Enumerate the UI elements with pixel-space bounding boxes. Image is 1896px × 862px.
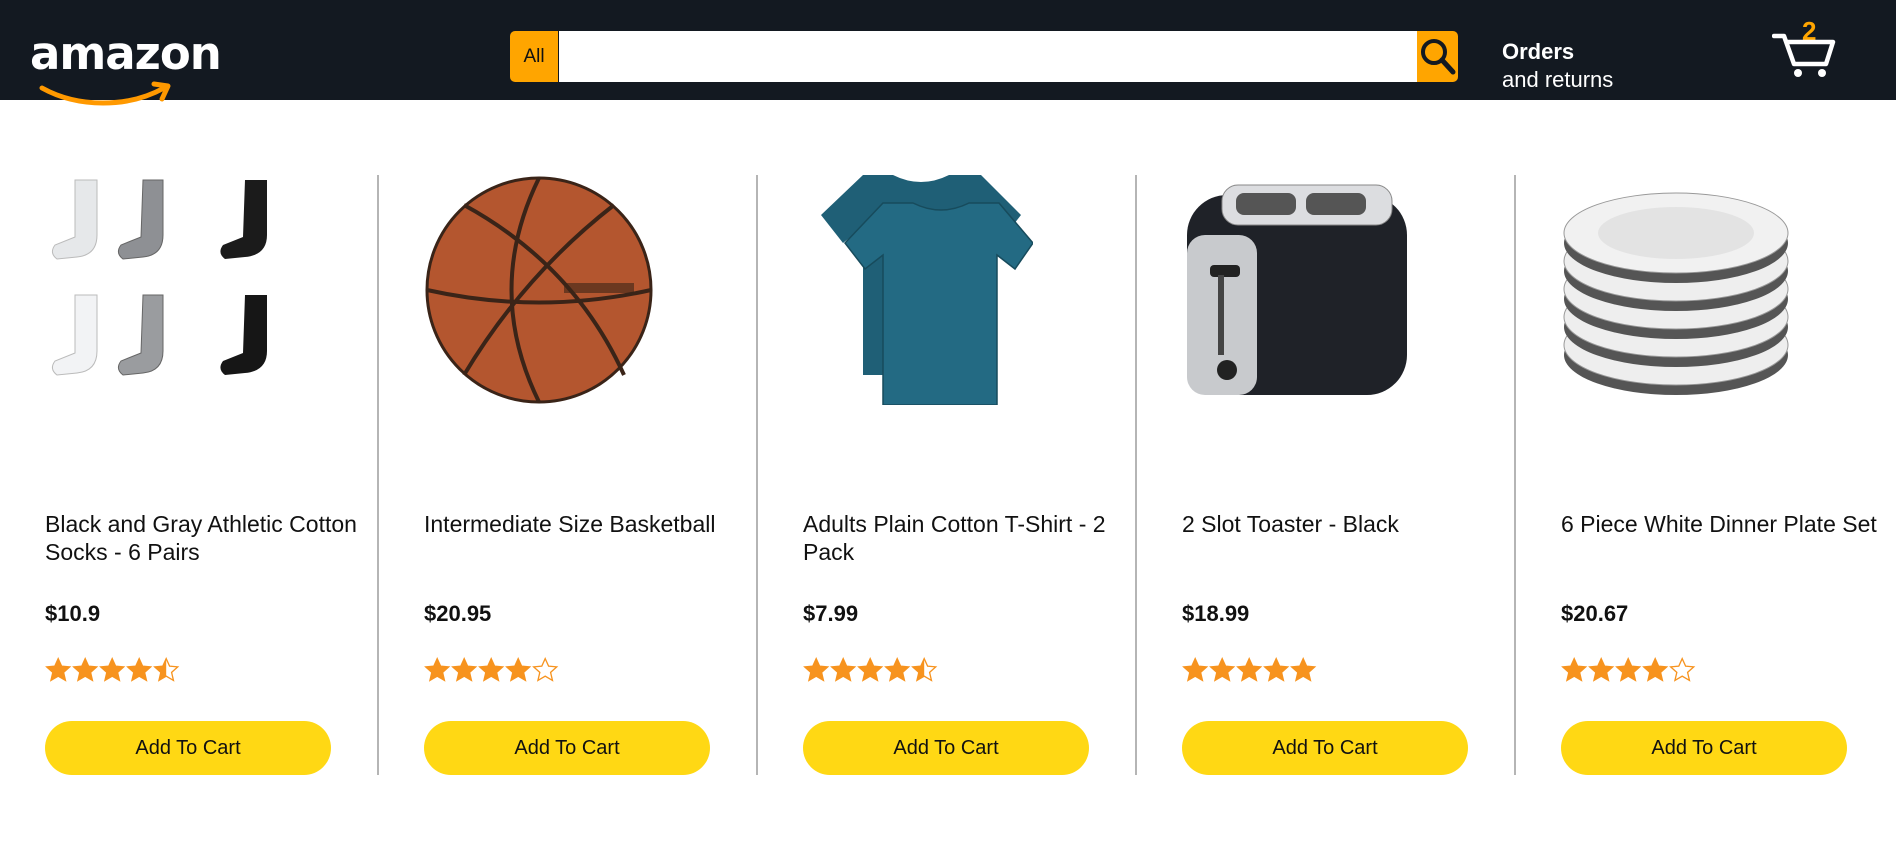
- star-rating: [424, 656, 564, 689]
- cart-icon: [1772, 33, 1836, 77]
- tshirt-image: [821, 175, 1034, 406]
- product-image-basketball[interactable]: [424, 175, 654, 405]
- star-full-icon: [803, 657, 830, 682]
- product-card: 2 Slot Toaster - Black $18.99 Add To Car…: [1137, 175, 1516, 775]
- star-rating: [803, 656, 943, 689]
- search-button[interactable]: [1417, 31, 1458, 82]
- product-card: Intermediate Size Basketball $20.95 Add …: [379, 175, 758, 775]
- stars-graphic: [45, 657, 180, 682]
- product-price: $10.9: [45, 601, 101, 626]
- orders-subtitle: and returns: [1502, 67, 1614, 92]
- product-price: $20.67: [1561, 601, 1629, 626]
- search-bar: All: [510, 31, 1458, 82]
- star-full-icon: [126, 657, 153, 682]
- add-to-cart-button[interactable]: Add To Cart: [1561, 721, 1847, 775]
- product-card: Black and Gray Athletic Cotton Socks - 6…: [0, 175, 379, 775]
- cart-button[interactable]: 2: [1772, 16, 1842, 80]
- star-full-icon: [99, 657, 126, 682]
- amazon-logo[interactable]: amazon: [30, 28, 222, 106]
- star-rating: [1561, 656, 1701, 689]
- star-rating: [1182, 656, 1322, 689]
- logo-smile-arrow: [39, 81, 171, 106]
- product-card: 6 Piece White Dinner Plate Set $20.67 Ad…: [1516, 175, 1895, 775]
- toaster-image: [1187, 184, 1407, 395]
- add-to-cart-button[interactable]: Add To Cart: [424, 721, 710, 775]
- add-to-cart-button[interactable]: Add To Cart: [45, 721, 331, 775]
- product-image-toaster[interactable]: [1182, 175, 1412, 405]
- socks-image: [51, 179, 267, 376]
- star-full-icon: [1236, 657, 1263, 682]
- product-grid: Black and Gray Athletic Cotton Socks - 6…: [0, 175, 1896, 775]
- top-navigation-bar: amazon All Orders and returns 2: [0, 0, 1896, 106]
- add-to-cart-button[interactable]: Add To Cart: [1182, 721, 1468, 775]
- star-full-icon: [857, 657, 884, 682]
- star-empty-icon: [1669, 657, 1696, 682]
- product-image-tshirt[interactable]: [803, 175, 1034, 406]
- product-image-plates[interactable]: [1561, 175, 1791, 405]
- star-full-icon: [1561, 657, 1588, 682]
- star-full-icon: [72, 657, 99, 682]
- stars-graphic: [1561, 657, 1696, 682]
- star-half-icon: [153, 657, 180, 682]
- stars-graphic: [803, 657, 938, 682]
- product-image-socks[interactable]: [45, 175, 275, 405]
- product-title[interactable]: Adults Plain Cotton T-Shirt - 2 Pack: [803, 510, 1133, 566]
- orders-and-returns-link[interactable]: Orders and returns: [1502, 38, 1613, 94]
- search-category-select[interactable]: All: [510, 31, 558, 82]
- product-title[interactable]: 6 Piece White Dinner Plate Set: [1561, 510, 1891, 538]
- star-full-icon: [830, 657, 857, 682]
- product-card: Adults Plain Cotton T-Shirt - 2 Pack $7.…: [758, 175, 1137, 775]
- basketball-image: [425, 176, 653, 404]
- stars-graphic: [1182, 657, 1317, 682]
- stars-graphic: [424, 657, 559, 682]
- star-full-icon: [1642, 657, 1669, 682]
- star-full-icon: [45, 657, 72, 682]
- add-to-cart-button[interactable]: Add To Cart: [803, 721, 1089, 775]
- star-full-icon: [1615, 657, 1642, 682]
- star-full-icon: [1588, 657, 1615, 682]
- star-half-icon: [911, 657, 938, 682]
- star-full-icon: [1182, 657, 1209, 682]
- product-title[interactable]: Black and Gray Athletic Cotton Socks - 6…: [45, 510, 375, 566]
- product-price: $20.95: [424, 601, 492, 626]
- star-full-icon: [451, 657, 478, 682]
- search-icon: [1420, 38, 1455, 74]
- product-price: $7.99: [803, 601, 859, 626]
- star-empty-icon: [532, 657, 559, 682]
- star-full-icon: [1290, 657, 1317, 682]
- star-full-icon: [1209, 657, 1236, 682]
- product-title[interactable]: 2 Slot Toaster - Black: [1182, 510, 1512, 538]
- search-input[interactable]: [559, 31, 1426, 82]
- star-full-icon: [1263, 657, 1290, 682]
- star-full-icon: [505, 657, 532, 682]
- star-full-icon: [424, 657, 451, 682]
- star-rating: [45, 656, 185, 689]
- plates-image: [1563, 192, 1789, 395]
- logo-text: amazon: [30, 27, 222, 80]
- product-title[interactable]: Intermediate Size Basketball: [424, 510, 754, 538]
- star-full-icon: [478, 657, 505, 682]
- star-full-icon: [884, 657, 911, 682]
- orders-title: Orders: [1502, 39, 1575, 64]
- product-price: $18.99: [1182, 601, 1250, 626]
